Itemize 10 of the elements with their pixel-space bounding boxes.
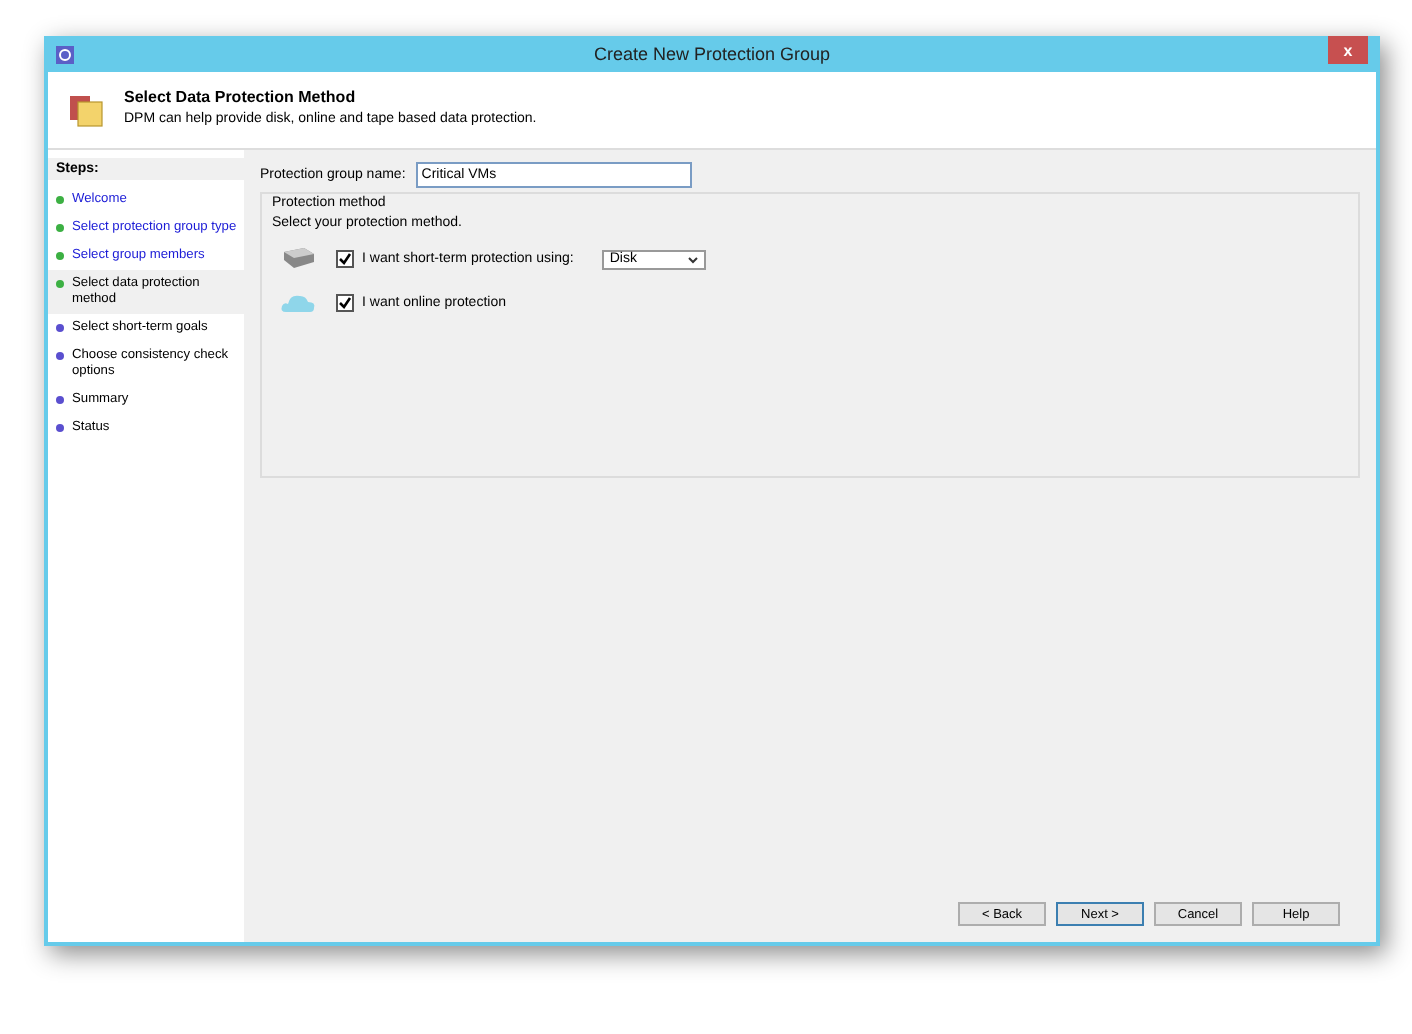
cloud-icon [280, 290, 316, 316]
close-button[interactable]: x [1328, 36, 1368, 64]
app-icon [56, 45, 74, 63]
window-title: Create New Protection Group [593, 44, 831, 64]
disk-drive-icon [280, 246, 316, 272]
checkbox[interactable] [336, 294, 354, 312]
page-title: Select Data Protection Method [124, 88, 358, 106]
checkbox[interactable] [336, 250, 354, 268]
folder-icon [68, 92, 104, 128]
chevron-down-icon [687, 255, 698, 263]
